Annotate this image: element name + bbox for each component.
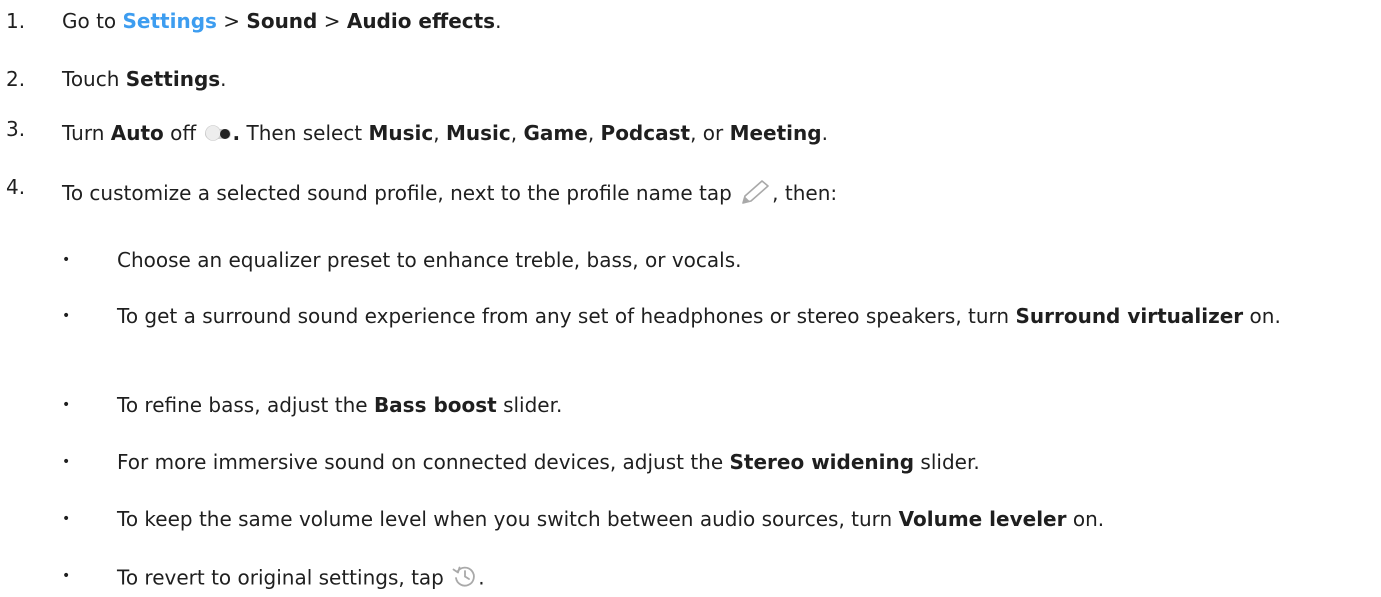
- option-game: Game: [523, 121, 588, 145]
- text: on.: [1066, 507, 1105, 531]
- text: To customize a selected sound profile, n…: [62, 181, 739, 205]
- bullet-text: For more immersive sound on connected de…: [117, 449, 980, 475]
- option-meeting: Meeting: [729, 121, 822, 145]
- text: Go to: [62, 9, 123, 33]
- stereo-widening-label: Stereo widening: [729, 450, 915, 474]
- text: , then:: [772, 181, 838, 205]
- bullet-text: To get a surround sound experience from …: [117, 303, 1357, 329]
- audio-effects-label: Audio effects: [346, 9, 496, 33]
- step-number: 1.: [6, 9, 26, 33]
- text: To keep the same volume level when you s…: [117, 507, 899, 531]
- auto-label: Auto: [110, 121, 164, 145]
- step-text: Turn Auto off . Then select Music, Music…: [62, 121, 828, 147]
- text: ,: [510, 121, 524, 145]
- bullet-text: Choose an equalizer preset to enhance tr…: [117, 248, 742, 272]
- step-number: 3.: [6, 117, 26, 141]
- settings-label: Settings: [125, 67, 221, 91]
- step-text: Go to Settings > Sound > Audio effects.: [62, 9, 501, 33]
- text: ,: [587, 121, 601, 145]
- step-text: Touch Settings.: [62, 67, 227, 91]
- text: on.: [1243, 304, 1281, 328]
- text: Turn: [62, 121, 111, 145]
- bass-boost-label: Bass boost: [373, 393, 497, 417]
- text: , or: [690, 121, 730, 145]
- separator: >: [216, 9, 247, 33]
- text: slider.: [496, 393, 563, 417]
- step-number: 4.: [6, 175, 26, 199]
- text: To revert to original settings, tap: [117, 565, 451, 590]
- text: Touch: [62, 67, 126, 91]
- step-number: 2.: [6, 67, 26, 91]
- bullet-dot: •: [62, 397, 71, 413]
- settings-link[interactable]: Settings: [123, 9, 217, 33]
- volume-leveler-label: Volume leveler: [898, 507, 1067, 531]
- text: For more immersive sound on connected de…: [117, 450, 730, 474]
- text: .: [220, 67, 227, 91]
- pencil-icon: [738, 179, 772, 210]
- bullet-text: To revert to original settings, tap .: [117, 563, 485, 595]
- bullet-dot: •: [62, 568, 71, 584]
- text: off: [163, 121, 203, 145]
- text: To get a surround sound experience from …: [117, 304, 1016, 328]
- toggle-off-icon: [203, 123, 233, 147]
- text: slider.: [914, 450, 980, 474]
- instructions: 1. Go to Settings > Sound > Audio effect…: [0, 0, 1381, 597]
- text: .: [232, 121, 241, 145]
- bullet-dot: •: [62, 454, 71, 470]
- text: Then select: [240, 121, 369, 145]
- bullet-text: To keep the same volume level when you s…: [117, 506, 1104, 532]
- bullet-dot: •: [62, 511, 71, 527]
- option-music: Music: [446, 121, 511, 145]
- text: ,: [433, 121, 446, 145]
- bullet-text: To refine bass, adjust the Bass boost sl…: [117, 392, 562, 418]
- text: To refine bass, adjust the: [117, 393, 374, 417]
- text: .: [821, 121, 828, 145]
- sound-label: Sound: [246, 9, 318, 33]
- bullet-dot: •: [62, 252, 71, 268]
- separator: >: [317, 9, 347, 33]
- option-podcast: Podcast: [600, 121, 691, 145]
- step-text: To customize a selected sound profile, n…: [62, 179, 837, 210]
- bullet-dot: •: [62, 308, 71, 324]
- text: .: [495, 9, 502, 33]
- text: .: [478, 565, 485, 590]
- history-icon: [450, 563, 478, 595]
- option-music: Music: [368, 121, 434, 145]
- surround-virtualizer-label: Surround virtualizer: [1015, 304, 1244, 328]
